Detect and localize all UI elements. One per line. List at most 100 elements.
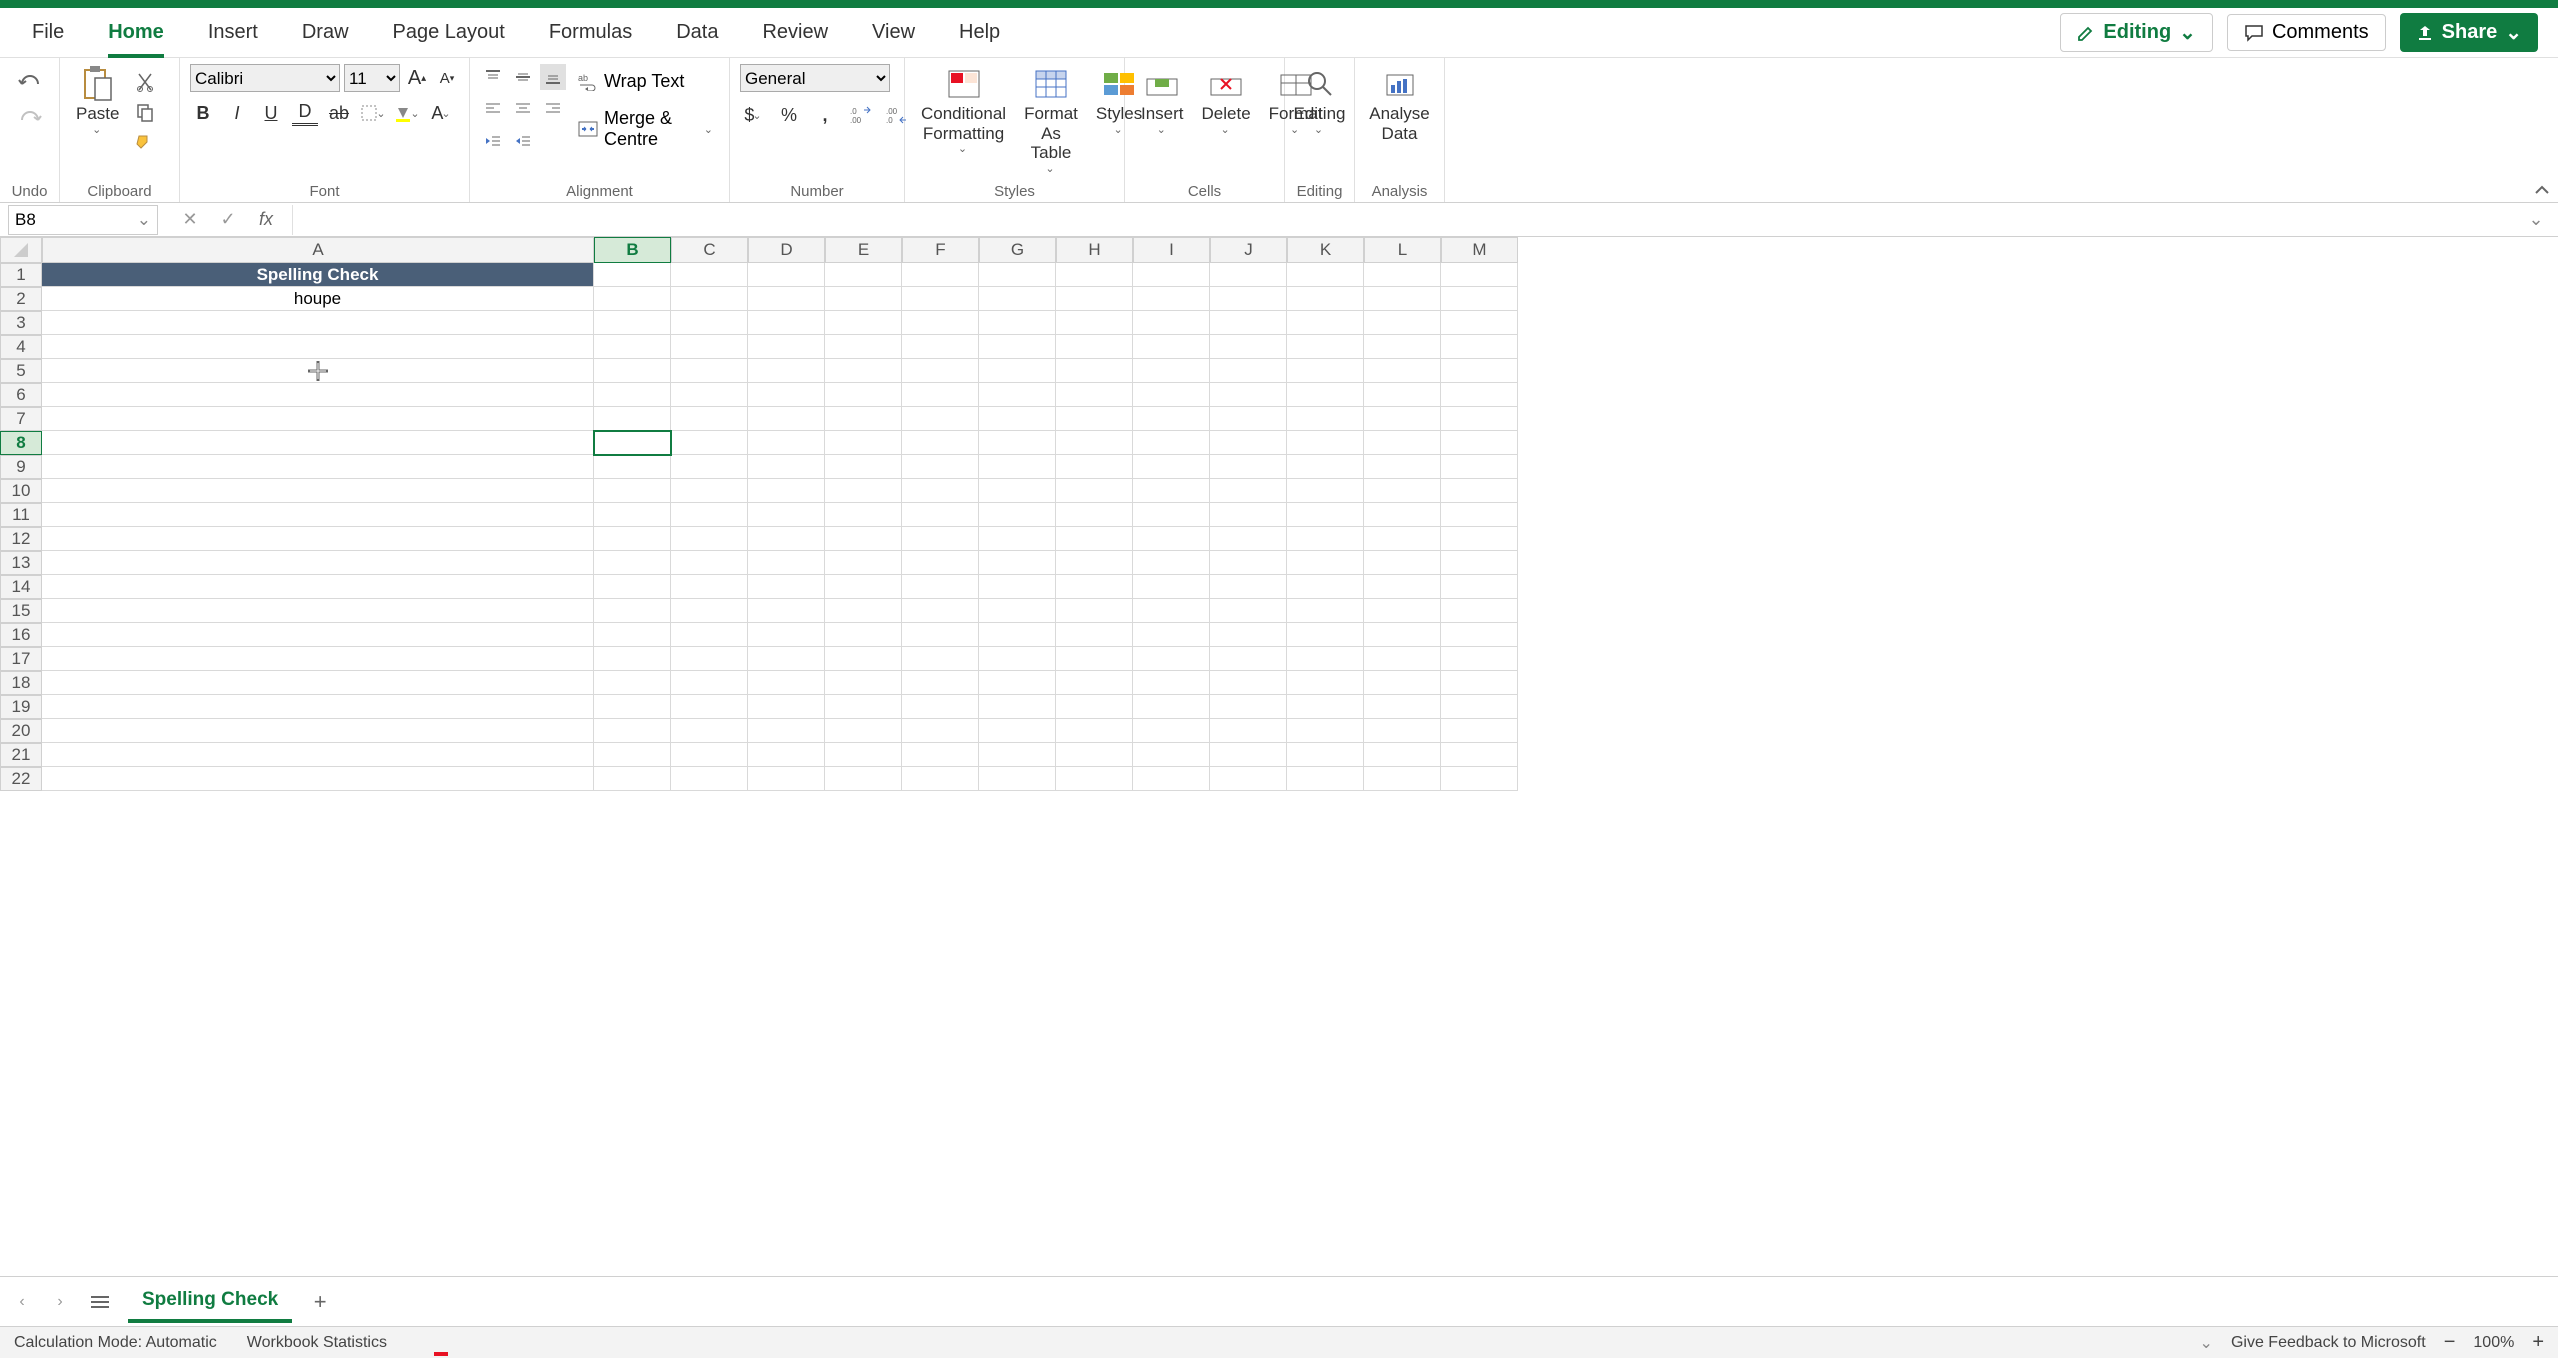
cell[interactable] [1287,455,1364,479]
increase-decimal-button[interactable]: .0.00 [848,102,874,128]
column-header[interactable]: B [594,237,671,263]
cell[interactable] [979,719,1056,743]
cell[interactable] [1056,287,1133,311]
cell[interactable] [902,743,979,767]
cell[interactable] [42,599,594,623]
cell[interactable] [1287,767,1364,791]
row-header[interactable]: 7 [0,407,42,431]
cell[interactable] [979,599,1056,623]
cell[interactable] [1287,263,1364,287]
cell[interactable] [594,431,671,455]
cell[interactable] [42,695,594,719]
tab-insert[interactable]: Insert [186,8,280,58]
cell[interactable] [1441,575,1518,599]
cell[interactable] [1056,359,1133,383]
cell[interactable] [1056,407,1133,431]
cell[interactable] [42,359,594,383]
align-bottom-button[interactable] [540,64,566,90]
fx-button[interactable]: fx [252,206,280,234]
cell[interactable] [1210,551,1287,575]
paste-button[interactable]: Paste ⌄ [70,64,125,138]
cell[interactable] [1364,359,1441,383]
cell[interactable] [1441,479,1518,503]
cell[interactable] [748,743,825,767]
cell[interactable] [825,263,902,287]
cell[interactable] [748,479,825,503]
collapse-ribbon-button[interactable] [2534,183,2550,199]
cell[interactable] [825,623,902,647]
cell[interactable] [1364,743,1441,767]
column-header[interactable]: F [902,237,979,263]
cell[interactable] [979,383,1056,407]
cell[interactable] [1133,311,1210,335]
all-sheets-button[interactable] [86,1288,114,1316]
cell[interactable] [1364,719,1441,743]
font-name-select[interactable]: Calibri [190,64,340,92]
sheet-tab-active[interactable]: Spelling Check [128,1281,292,1323]
cell[interactable] [979,623,1056,647]
cell[interactable] [1287,695,1364,719]
cell[interactable] [979,263,1056,287]
cell[interactable] [1210,407,1287,431]
cell[interactable] [902,551,979,575]
cell[interactable] [1364,455,1441,479]
cell[interactable] [1056,383,1133,407]
cell[interactable] [979,551,1056,575]
cell[interactable] [825,575,902,599]
cell[interactable] [902,455,979,479]
tab-review[interactable]: Review [740,8,850,58]
cell[interactable] [1364,671,1441,695]
double-underline-button[interactable]: D [292,100,318,126]
number-format-select[interactable]: General [740,64,890,92]
conditional-formatting-button[interactable]: Conditional Formatting⌄ [915,64,1012,158]
cell[interactable] [1441,719,1518,743]
row-header[interactable]: 18 [0,671,42,695]
cell[interactable] [1287,335,1364,359]
row-header[interactable]: 16 [0,623,42,647]
cell[interactable] [1364,383,1441,407]
cell[interactable] [979,743,1056,767]
row-header[interactable]: 11 [0,503,42,527]
cell[interactable] [825,743,902,767]
cell[interactable] [1210,287,1287,311]
cell[interactable] [825,311,902,335]
cell[interactable] [42,767,594,791]
cell[interactable] [1056,671,1133,695]
cell[interactable] [979,431,1056,455]
cell[interactable] [902,335,979,359]
cell[interactable] [825,479,902,503]
cell[interactable] [1210,263,1287,287]
feedback-button[interactable]: Give Feedback to Microsoft [2231,1334,2426,1352]
cell[interactable] [1133,431,1210,455]
cell[interactable] [902,503,979,527]
percent-button[interactable]: % [776,102,802,128]
row-header[interactable]: 10 [0,479,42,503]
editing-group-button[interactable]: Editing⌄ [1288,64,1352,138]
fill-color-button[interactable]: ⌄ [394,100,420,126]
editing-mode-button[interactable]: Editing ⌄ [2060,13,2213,52]
cell[interactable] [671,263,748,287]
cell[interactable] [748,647,825,671]
cell[interactable] [1364,407,1441,431]
cell[interactable] [1133,719,1210,743]
format-as-table-button[interactable]: Format As Table⌄ [1018,64,1084,177]
cell[interactable] [979,575,1056,599]
undo-button[interactable] [16,70,44,98]
cell[interactable] [671,767,748,791]
cell[interactable] [1364,647,1441,671]
cell[interactable] [594,743,671,767]
cell[interactable] [1056,263,1133,287]
cell[interactable] [1287,527,1364,551]
cell[interactable] [1210,623,1287,647]
cell[interactable] [902,407,979,431]
cell[interactable] [1056,623,1133,647]
format-painter-button[interactable] [131,128,159,156]
cell[interactable] [1441,503,1518,527]
cell[interactable] [594,479,671,503]
cell[interactable] [748,455,825,479]
cell[interactable] [1287,743,1364,767]
cell[interactable] [594,647,671,671]
cell[interactable] [1441,407,1518,431]
cell[interactable] [1364,311,1441,335]
cell[interactable] [1056,431,1133,455]
